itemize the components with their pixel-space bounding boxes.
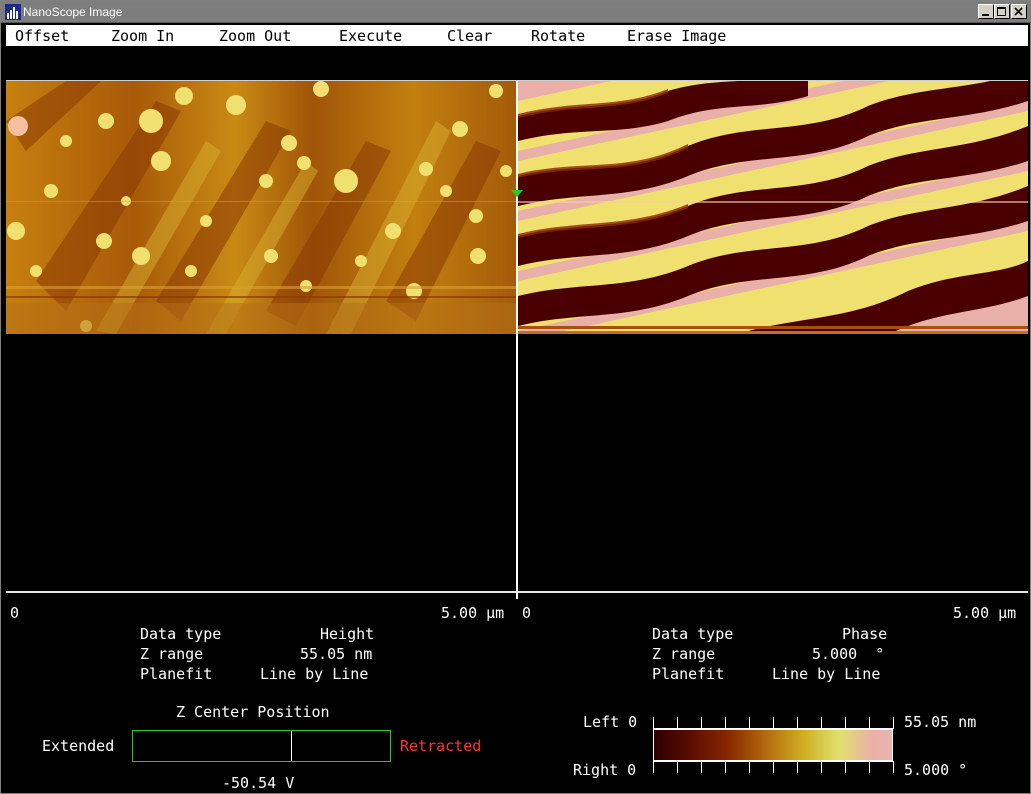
left-axis-start: 0 — [10, 604, 20, 622]
colorbar-tick — [677, 762, 678, 773]
minimize-icon — [982, 14, 989, 16]
close-button[interactable] — [1011, 4, 1027, 19]
colorbar-tick — [869, 762, 870, 773]
panel-divider — [516, 81, 518, 599]
menu-clear[interactable]: Clear — [447, 27, 492, 45]
height-image-render — [6, 81, 516, 334]
left-data-type-value: Height — [320, 625, 375, 643]
colorbar-tick — [773, 762, 774, 773]
right-z-range-value: 5.000 ° — [812, 645, 885, 663]
colorbar-tick — [701, 762, 702, 773]
colorbar-tick — [893, 717, 894, 728]
left-z-range-label: Z range — [140, 645, 204, 663]
close-icon — [1014, 7, 1023, 16]
left-z-range-value: 55.05 nm — [300, 645, 373, 663]
menu-zoom-in[interactable]: Zoom In — [111, 27, 174, 45]
left-planefit-value: Line by Line — [260, 665, 369, 683]
right-z-range-label: Z range — [652, 645, 716, 663]
height-image[interactable] — [6, 81, 516, 334]
right-planefit-label: Planefit — [652, 665, 725, 683]
phase-image-render — [518, 81, 1028, 334]
left-planefit-label: Planefit — [140, 665, 213, 683]
colorbar-tick — [845, 762, 846, 773]
colorbar-tick — [845, 717, 846, 728]
colorbar-tick — [701, 717, 702, 728]
menu-erase-image[interactable]: Erase Image — [627, 27, 726, 45]
z-center-title: Z Center Position — [176, 703, 330, 721]
right-data-type-label: Data type — [652, 625, 734, 643]
maximize-button[interactable] — [994, 4, 1010, 19]
left-data-type-label: Data type — [140, 625, 222, 643]
minimize-button[interactable] — [978, 4, 994, 19]
menu-execute[interactable]: Execute — [339, 27, 402, 45]
colorbar-tick — [773, 717, 774, 728]
right-axis-end: 5.00 µm — [953, 604, 1017, 622]
colorbar-tick — [821, 762, 822, 773]
colorbar-right-max: 5.000 ° — [904, 761, 968, 779]
colorbar-tick — [725, 717, 726, 728]
maximize-icon — [997, 7, 1006, 16]
colorbar-tick — [749, 762, 750, 773]
colorbar-tick — [653, 762, 654, 773]
nanoscope-window: NanoScope Image Offset Zoom In Zoom Out … — [0, 0, 1031, 794]
z-extended-label: Extended — [42, 737, 115, 755]
colorbar-tick — [893, 762, 894, 773]
right-axis-start: 0 — [522, 604, 532, 622]
colorbar-tick — [797, 717, 798, 728]
z-center-value: -50.54 V — [222, 774, 295, 792]
menu-bar: Offset Zoom In Zoom Out Execute Clear Ro… — [6, 25, 1028, 46]
colorbar-left-label: Left 0 — [583, 713, 638, 731]
color-scale-bar — [653, 729, 893, 761]
colorbar-tick — [653, 717, 654, 728]
colorbar-tick — [821, 717, 822, 728]
left-axis-end: 5.00 µm — [441, 604, 505, 622]
colorbar-tick — [725, 762, 726, 773]
z-center-indicator — [291, 731, 292, 761]
colorbar-tick — [677, 717, 678, 728]
title-bar[interactable]: NanoScope Image — [1, 1, 1031, 23]
right-data-type-value: Phase — [842, 625, 888, 643]
window-title: NanoScope Image — [23, 5, 123, 19]
z-center-gauge — [132, 730, 391, 762]
axis-baseline — [6, 591, 1028, 593]
colorbar-tick — [749, 717, 750, 728]
colorbar-tick — [797, 762, 798, 773]
colorbar-tick — [869, 717, 870, 728]
scan-line-marker-icon[interactable] — [511, 190, 523, 197]
menu-zoom-out[interactable]: Zoom Out — [219, 27, 291, 45]
menu-offset[interactable]: Offset — [15, 27, 69, 45]
right-planefit-value: Line by Line — [772, 665, 881, 683]
menu-rotate[interactable]: Rotate — [531, 27, 585, 45]
colorbar-left-max: 55.05 nm — [904, 713, 977, 731]
z-retracted-label: Retracted — [400, 737, 482, 755]
colorbar-right-label: Right 0 — [573, 761, 637, 779]
nanoscope-app-icon — [5, 4, 21, 20]
phase-image[interactable] — [518, 81, 1028, 334]
